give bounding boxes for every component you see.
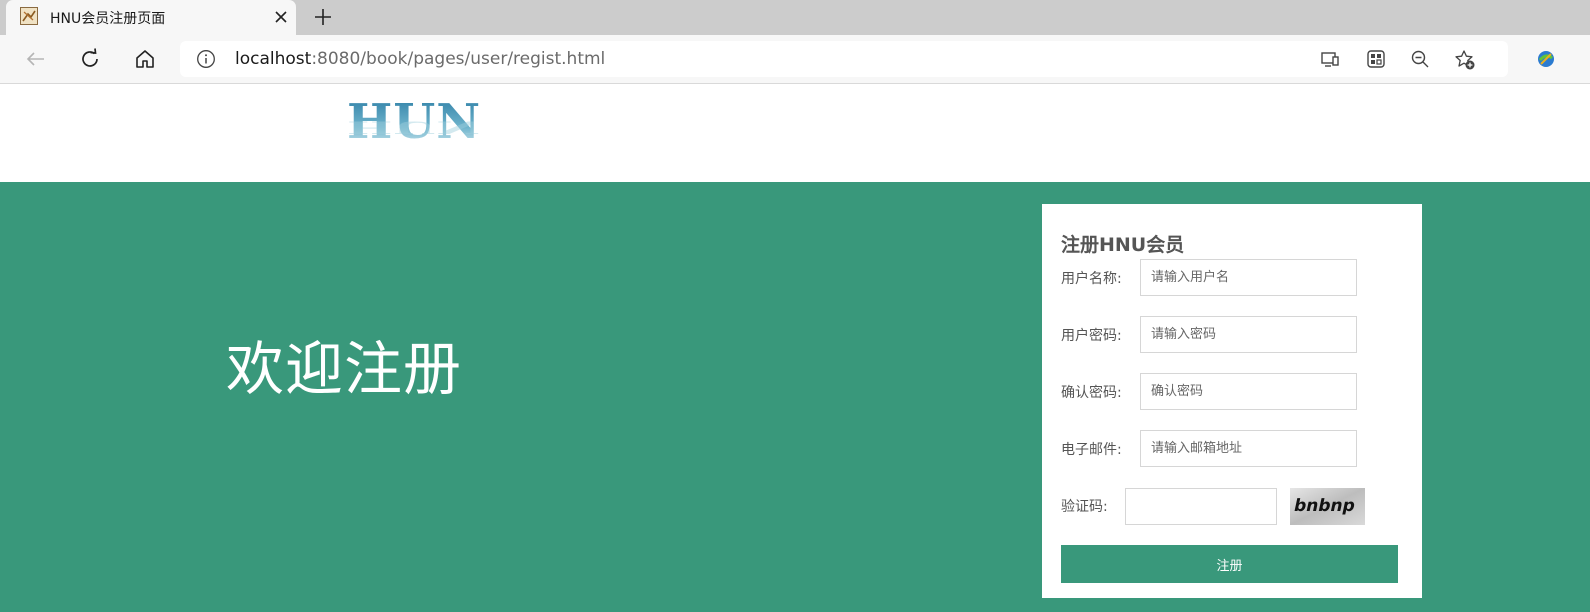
confirm-password-label: 确认密码: bbox=[1061, 385, 1122, 401]
extension-icon[interactable] bbox=[1534, 47, 1558, 71]
welcome-heading: 欢迎注册 bbox=[226, 335, 463, 403]
captcha-label: 验证码: bbox=[1061, 499, 1108, 515]
confirm-password-input[interactable] bbox=[1140, 373, 1357, 410]
home-icon[interactable] bbox=[133, 47, 157, 71]
arrow-left-icon[interactable] bbox=[24, 47, 48, 71]
password-input[interactable] bbox=[1140, 316, 1357, 353]
register-button[interactable]: 注册 bbox=[1061, 545, 1398, 583]
info-icon[interactable] bbox=[196, 49, 216, 69]
cast-icon[interactable] bbox=[1320, 49, 1340, 69]
captcha-image[interactable]: bnbnp bbox=[1290, 488, 1365, 525]
register-form: 注册HNU会员 用户名称: 用户密码: 确认密码: 电子邮件: 验证码: bnb… bbox=[1042, 204, 1422, 598]
email-input[interactable] bbox=[1140, 430, 1357, 467]
url-host: localhost bbox=[235, 49, 312, 69]
browser-tab[interactable]: HNU会员注册页面 bbox=[6, 0, 296, 35]
address-bar[interactable]: localhost:8080/book/pages/user/regist.ht… bbox=[180, 41, 1508, 77]
site-header: HUN HUN bbox=[0, 84, 1590, 182]
apps-icon[interactable] bbox=[1366, 49, 1386, 69]
close-icon[interactable] bbox=[272, 8, 290, 26]
captcha-text: bnbnp bbox=[1292, 496, 1357, 516]
password-label: 用户密码: bbox=[1061, 328, 1122, 344]
username-input[interactable] bbox=[1140, 259, 1357, 296]
tab-strip: HNU会员注册页面 bbox=[0, 0, 1590, 35]
url-text[interactable]: localhost:8080/book/pages/user/regist.ht… bbox=[235, 49, 605, 69]
browser-toolbar: localhost:8080/book/pages/user/regist.ht… bbox=[0, 35, 1590, 84]
form-title: 注册HNU会员 bbox=[1061, 234, 1185, 256]
tab-title: HNU会员注册页面 bbox=[50, 11, 166, 27]
email-label: 电子邮件: bbox=[1061, 442, 1122, 458]
site-favicon-icon bbox=[20, 7, 38, 25]
zoom-out-icon[interactable] bbox=[1410, 49, 1430, 69]
refresh-icon[interactable] bbox=[78, 47, 102, 71]
captcha-input[interactable] bbox=[1125, 488, 1277, 525]
username-label: 用户名称: bbox=[1061, 271, 1122, 287]
register-banner: 欢迎注册 注册HNU会员 用户名称: 用户密码: 确认密码: 电子邮件: 验证码… bbox=[0, 182, 1590, 612]
favorite-add-icon[interactable] bbox=[1454, 49, 1475, 70]
plus-icon[interactable] bbox=[312, 6, 334, 28]
site-logo-reflection: HUN bbox=[347, 117, 482, 137]
url-path: :8080/book/pages/user/regist.html bbox=[311, 49, 606, 69]
